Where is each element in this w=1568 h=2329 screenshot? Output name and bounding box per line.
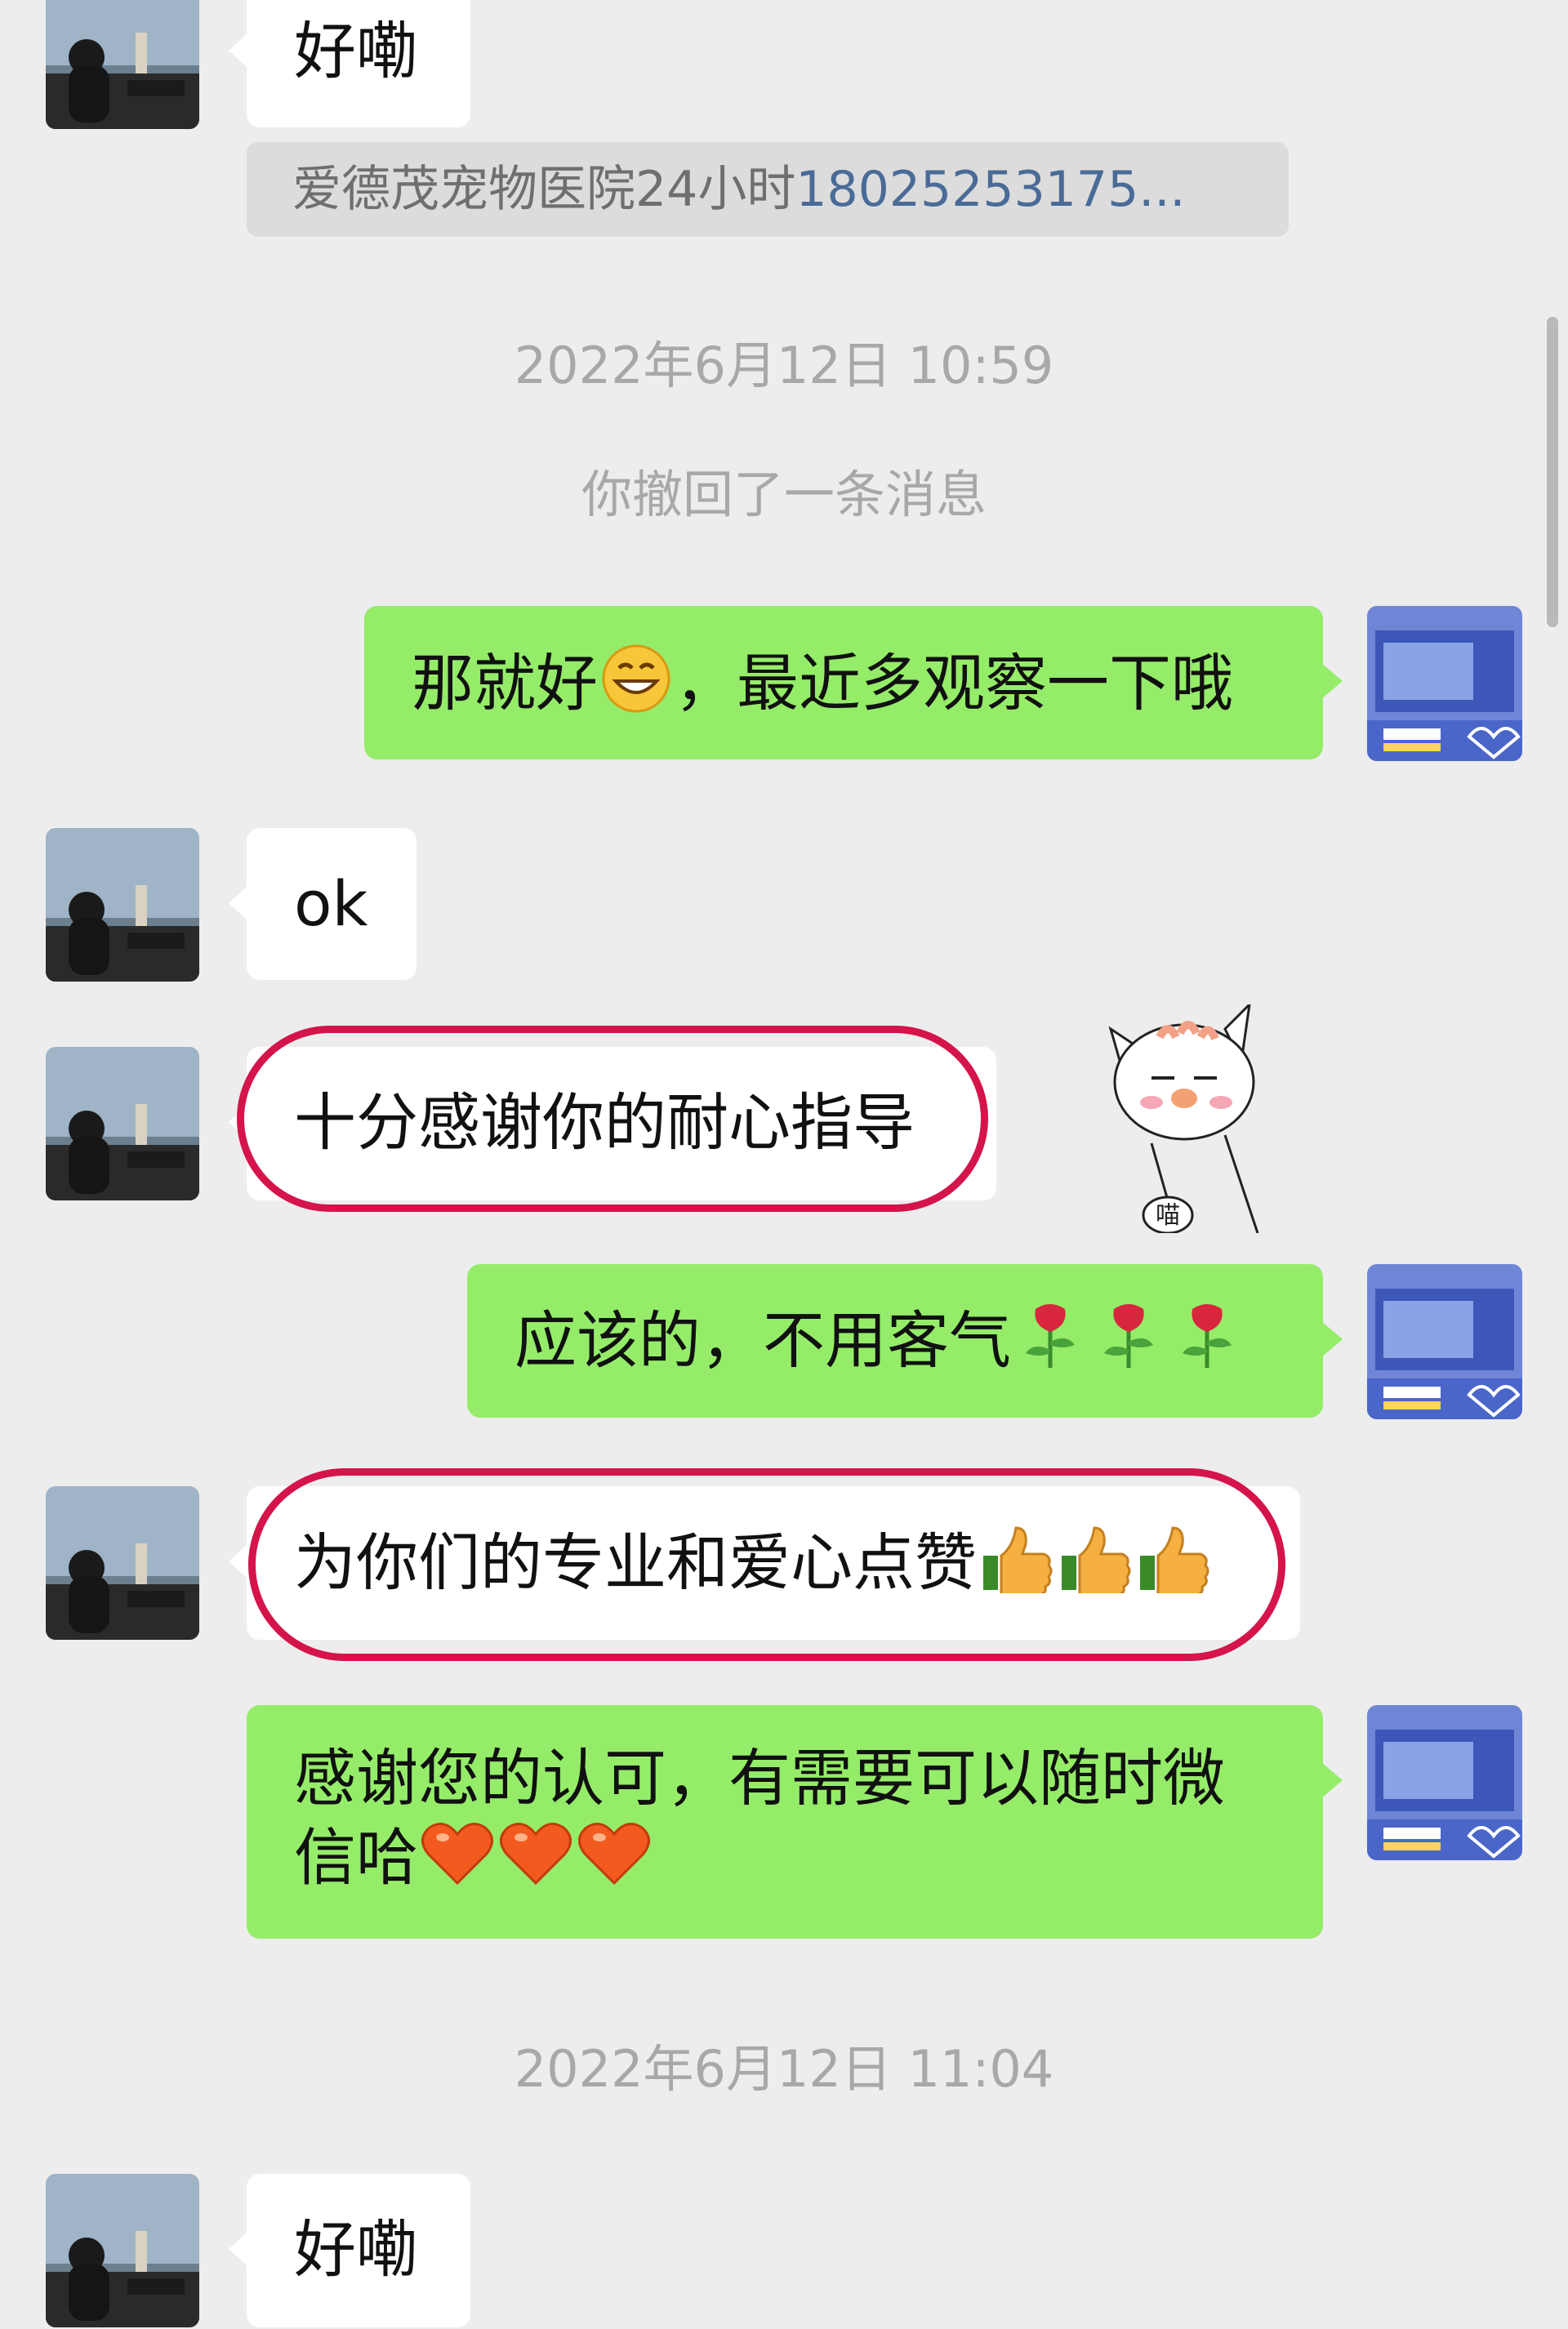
my-avatar[interactable] — [1367, 606, 1522, 761]
message-bubble-incoming[interactable]: 好嘞 — [229, 0, 470, 127]
orange-heart-emoji-icon — [418, 1818, 497, 1906]
grinning-face-emoji-icon — [601, 643, 671, 732]
contact-avatar[interactable] — [46, 1047, 199, 1200]
message-bubble-outgoing[interactable]: 应该的，不用客气 — [467, 1264, 1343, 1418]
message-text-part: 信哈 — [294, 1821, 418, 1894]
timestamp: 2022年6月12日 11:04 — [514, 2039, 1054, 2099]
thumbs-up-emoji-icon — [977, 1523, 1055, 1611]
my-avatar[interactable] — [1367, 1705, 1522, 1860]
message-bubble-incoming[interactable]: ok — [229, 828, 416, 980]
message-text: 信哈 — [294, 1818, 653, 1906]
message-text-part: 那就好 — [412, 647, 598, 719]
orange-heart-emoji-icon — [575, 1818, 653, 1906]
message-bubble-outgoing[interactable]: 那就好 ，最近多观察一下哦 — [364, 606, 1343, 759]
message-bubble-incoming[interactable]: 十分感谢你的耐心指导 — [229, 1047, 996, 1200]
phone-link[interactable]: 18025253175... — [795, 161, 1185, 218]
thumbs-up-emoji-icon — [1055, 1523, 1134, 1611]
scrollbar[interactable] — [1547, 317, 1558, 627]
quote-text: 爱德茂宠物医院24小时 — [292, 161, 796, 218]
cat-sticker: 喵 — [1102, 1000, 1266, 1235]
message-text: 十分感谢你的耐心指导 — [294, 1086, 915, 1159]
message-text-part: 为你们的专业和爱心点赞 — [294, 1526, 977, 1599]
my-avatar[interactable] — [1367, 1264, 1522, 1419]
quoted-message[interactable]: 爱德茂宠物医院24小时18025253175... — [247, 142, 1289, 237]
thumbs-up-emoji-icon — [1134, 1523, 1212, 1611]
rose-emoji-icon — [1168, 1301, 1246, 1389]
rose-emoji-icon — [1089, 1301, 1168, 1389]
recall-notice: 你撤回了一条消息 — [581, 465, 987, 524]
timestamp: 2022年6月12日 10:59 — [514, 336, 1054, 395]
message-text: 好嘞 — [294, 15, 418, 87]
message-text: 为你们的专业和爱心点赞 — [294, 1523, 1212, 1611]
message-bubble-incoming[interactable]: 好嘞 — [229, 2174, 470, 2327]
contact-avatar[interactable] — [46, 0, 199, 129]
message-bubble-incoming[interactable]: 为你们的专业和爱心点赞 — [229, 1486, 1300, 1640]
message-text: 应该的，不用客气 — [514, 1301, 1246, 1389]
contact-avatar[interactable] — [46, 828, 199, 982]
message-text-part: 应该的，不用客气 — [514, 1304, 1011, 1377]
orange-heart-emoji-icon — [497, 1818, 575, 1906]
rose-emoji-icon — [1011, 1301, 1089, 1389]
message-text: 好嘞 — [294, 2213, 418, 2286]
chat-area[interactable]: 好嘞 爱德茂宠物医院24小时18025253175... 2022年6月12日 … — [0, 0, 1568, 2329]
message-text: 那就好 ，最近多观察一下哦 — [412, 643, 1233, 732]
message-text-part: ，最近多观察一下哦 — [675, 647, 1233, 719]
message-text: ok — [294, 867, 368, 940]
contact-avatar[interactable] — [46, 1486, 199, 1640]
sticker-label: 喵 — [1156, 1201, 1180, 1230]
message-bubble-outgoing[interactable]: 感谢您的认可，有需要可以随时微 信哈 — [247, 1705, 1343, 1939]
contact-avatar[interactable] — [46, 2174, 199, 2327]
message-text: 感谢您的认可，有需要可以随时微 — [294, 1742, 1225, 1815]
